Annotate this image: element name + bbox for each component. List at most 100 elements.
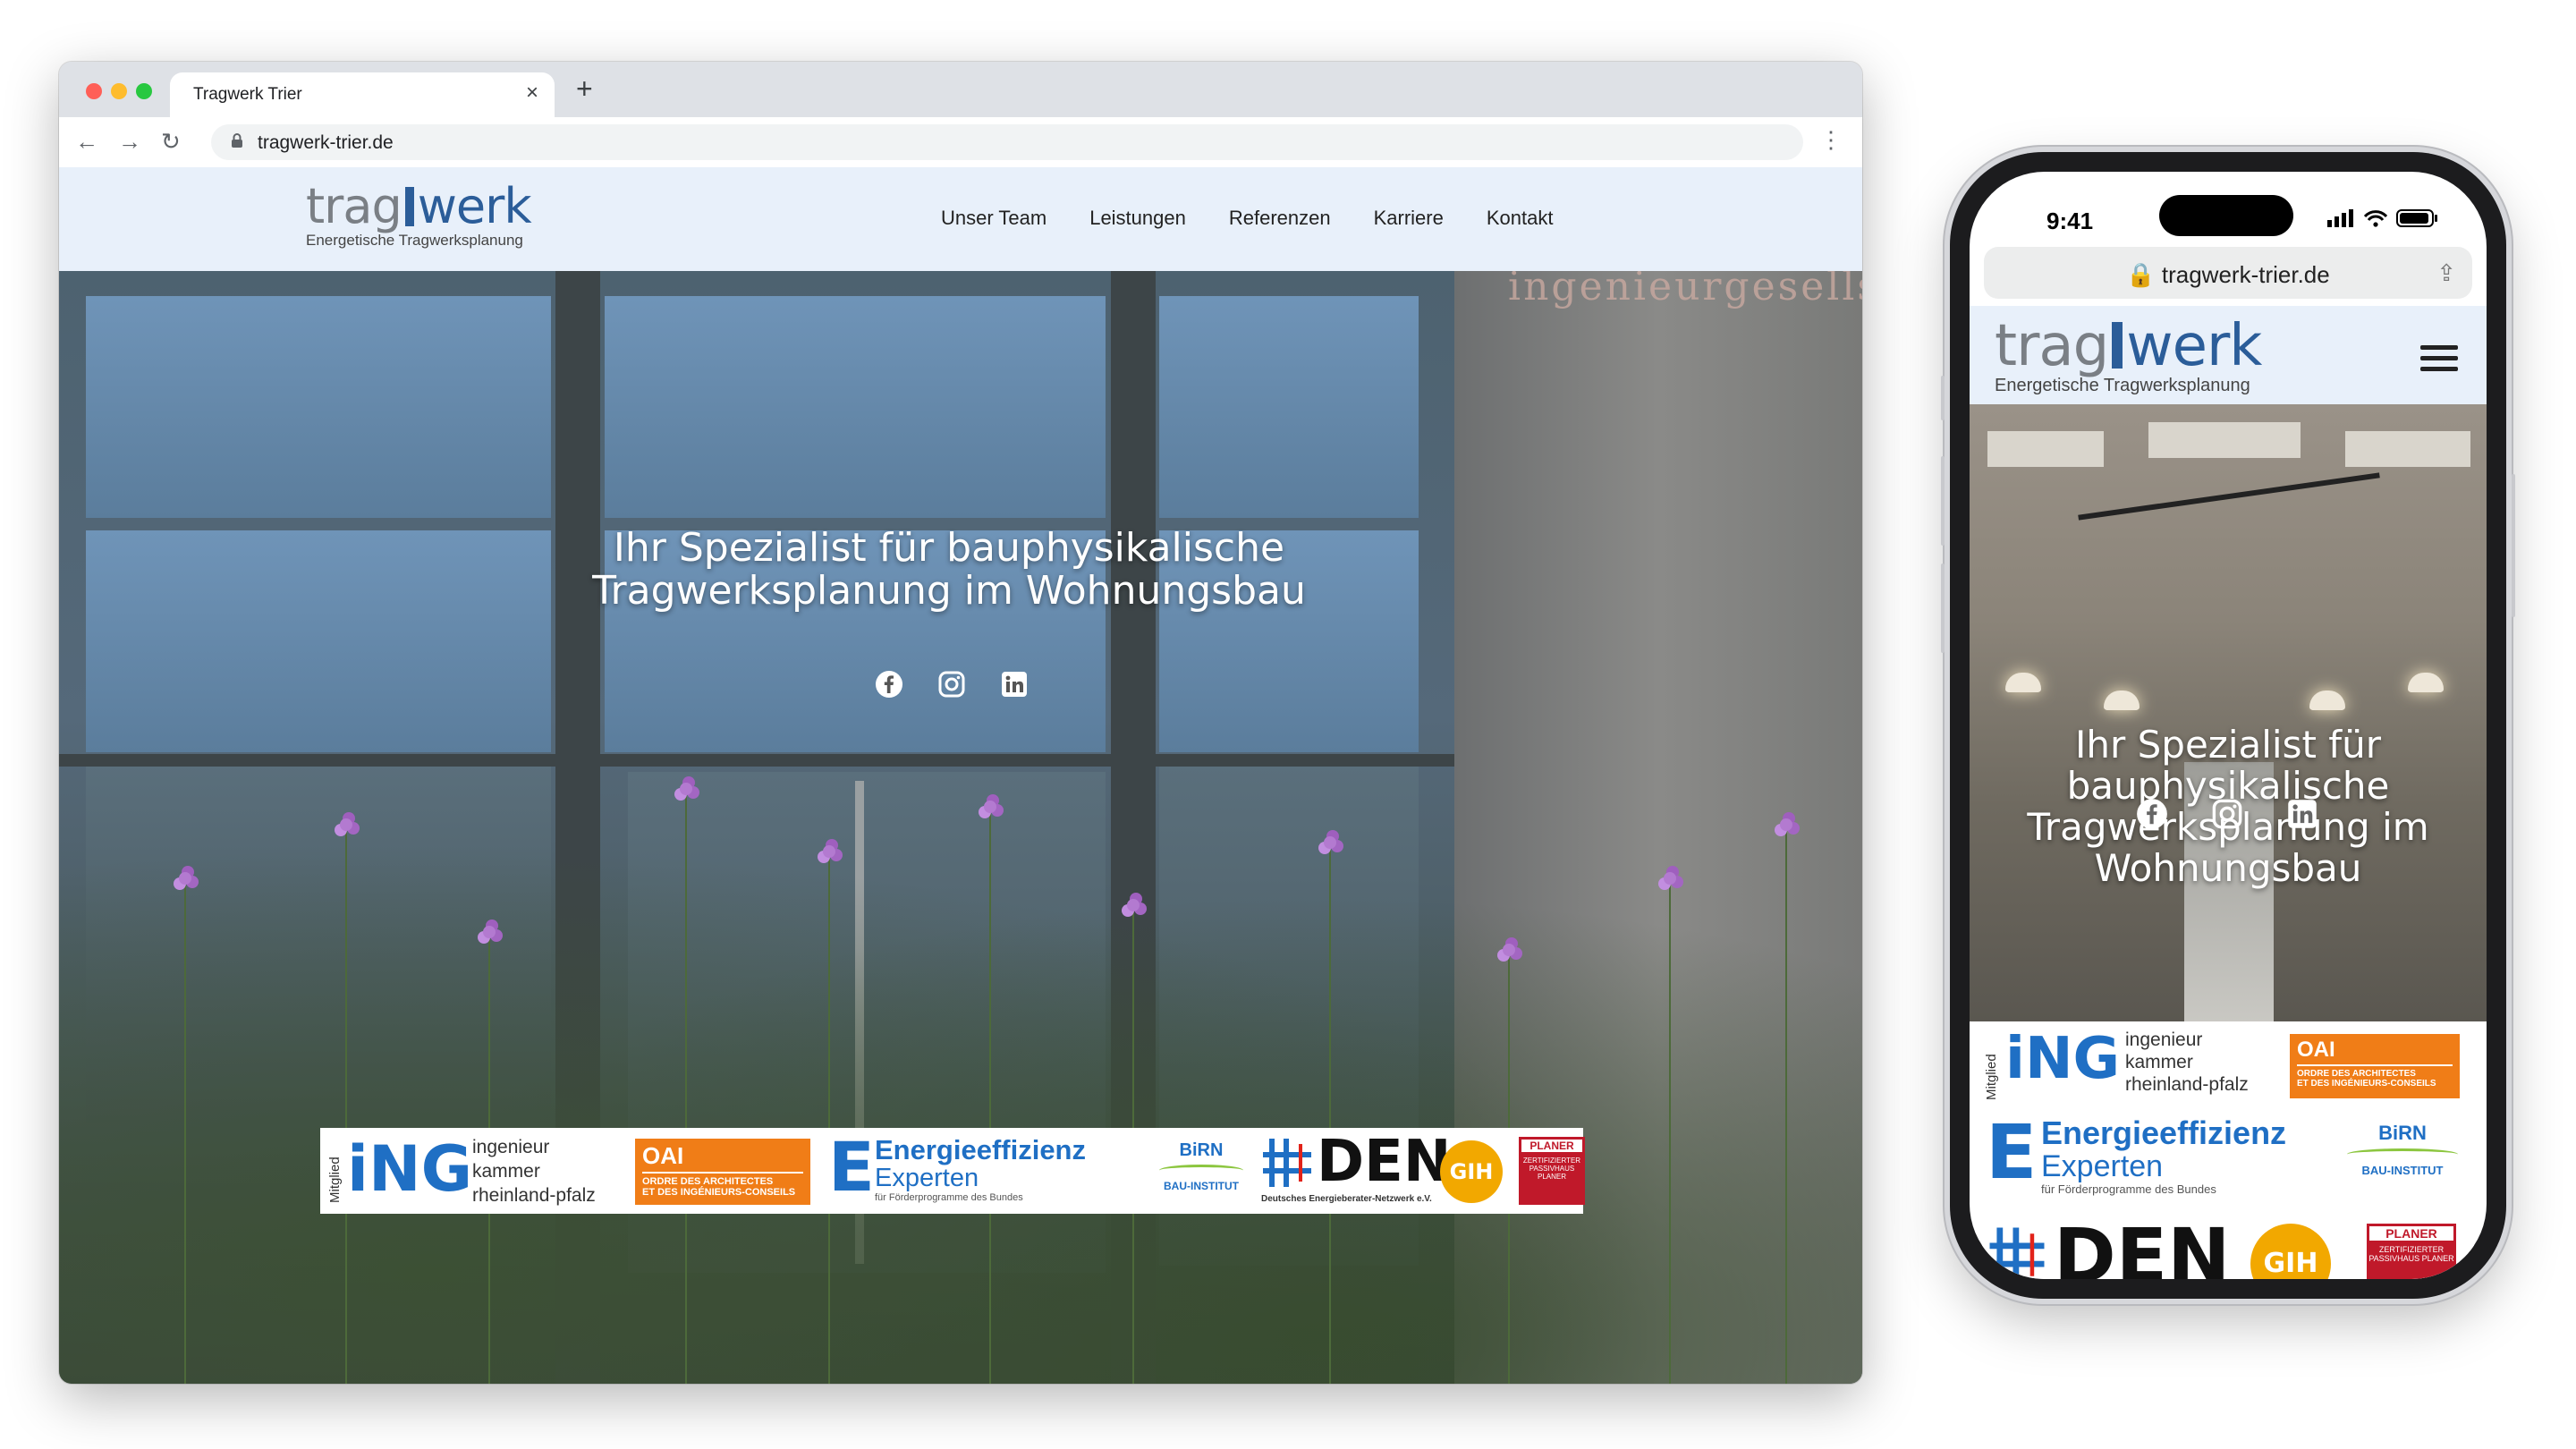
phone-linkedin-icon[interactable] (2286, 798, 2318, 830)
pendant-lamp (2309, 691, 2345, 710)
signal-wifi-battery-icon (2327, 209, 2437, 227)
window-pane (86, 296, 551, 518)
phone-logo-word-trag: trag (1995, 313, 2109, 379)
linkedin-icon[interactable] (1000, 670, 1029, 699)
hero-headline-line2: Tragwerksplanung im Wohnungsbau (592, 568, 1306, 614)
verbena-bloom (1324, 836, 1336, 849)
phone-oai-logo: OAI ORDRE DES ARCHITECTES ET DES INGÉNIE… (2290, 1034, 2460, 1098)
logo-word-werk: werk (417, 178, 532, 234)
phone-site-logo[interactable]: trag werk Energetische Tragwerksplanung (1995, 313, 2262, 396)
flower-stem (1669, 879, 1671, 1384)
desktop-browser-window: Tragwerk Trier × + ← → ↻ tragwerk-trier.… (59, 62, 1862, 1384)
reload-icon[interactable]: ↻ (161, 128, 181, 155)
url-text[interactable]: tragwerk-trier.de (258, 132, 394, 154)
phone-ee-logo-letter: E (1986, 1108, 2038, 1196)
phone-gih-logo: GIH (2250, 1224, 2331, 1279)
flower-stem (685, 790, 687, 1384)
share-icon[interactable]: ⇪ (2436, 259, 2456, 287)
verbena-bloom (1664, 872, 1676, 885)
den-logo-subtitle: Deutsches Energieberater-Netzwerk e.V. (1261, 1194, 1432, 1204)
phone-url-text[interactable]: 🔒 tragwerk-trier.de (1984, 261, 2472, 289)
nav-unser-team[interactable]: Unser Team (941, 207, 1046, 229)
flower-stem (828, 852, 830, 1384)
birn-logo: BiRN BAU-INSTITUT (1152, 1140, 1250, 1192)
gih-logo: GIH (1440, 1140, 1503, 1203)
phone-side-button (1941, 376, 1945, 420)
ing-logo-text: ingenieur kammer rheinland-pfalz (472, 1137, 596, 1206)
minimize-window-button[interactable] (111, 83, 127, 99)
den-logo-mark: DEN (1317, 1129, 1452, 1195)
back-icon[interactable]: ← (75, 128, 98, 155)
phone-logo-bar (2112, 322, 2123, 369)
ceiling-panel (1987, 431, 2104, 467)
ee-logo-text: Energieeffizienz Experten für Förderprog… (875, 1134, 1086, 1203)
nav-kontakt[interactable]: Kontakt (1487, 207, 1554, 229)
logo-bar (404, 187, 414, 226)
ceiling-panel (2345, 431, 2470, 467)
dynamic-island (2159, 195, 2293, 236)
browser-menu-icon[interactable]: ⋮ (1819, 126, 1843, 153)
phone-screen: 9:41 🔒 tragwerk-trier.de ⇪ trag werk Ener… (1970, 172, 2487, 1279)
nav-referenzen[interactable]: Referenzen (1229, 207, 1331, 229)
verbena-bloom (984, 801, 996, 813)
logo-word-trag: trag (306, 178, 402, 234)
phone-volume-up (1941, 456, 1945, 546)
flower-stem (345, 826, 347, 1384)
flower-stem (1785, 826, 1787, 1384)
instagram-icon[interactable] (937, 670, 966, 699)
hamburger-menu-icon[interactable] (2420, 345, 2458, 377)
main-navigation: Unser Team Leistungen Referenzen Karriere Ko… (941, 207, 1596, 230)
phone-den-grid-icon (1986, 1224, 2057, 1279)
phone-mockup: 9:41 🔒 tragwerk-trier.de ⇪ trag werk Ener… (1941, 152, 2515, 1299)
maximize-window-button[interactable] (136, 83, 152, 99)
flower-stem (989, 808, 991, 1384)
flower-foreground (59, 772, 1862, 1384)
phone-logo-tagline: Energetische Tragwerksplanung (1995, 376, 2250, 395)
nav-karriere[interactable]: Karriere (1374, 207, 1444, 229)
web-page: trag werk Energetische Tragwerksplanung U… (59, 167, 1862, 1384)
phone-instagram-icon[interactable] (2211, 798, 2243, 830)
nav-leistungen[interactable]: Leistungen (1089, 207, 1186, 229)
hero-headline: Ihr Spezialist für bauphysikalische Trag… (59, 527, 1839, 613)
site-header: trag werk Energetische Tragwerksplanung U… (59, 167, 1862, 271)
phone-hero-line4: Wohnungsbau (2094, 846, 2362, 890)
hero-headline-line1: Ihr Spezialist für bauphysikalische (613, 525, 1285, 571)
pendant-lamp (2104, 691, 2140, 710)
phone-power-button (2512, 474, 2515, 617)
phone-ing-mitglied-label: Mitglied (1984, 1054, 1999, 1100)
phone-site-header: trag werk Energetische Tragwerksplanung (1970, 306, 2487, 404)
ee-logo-letter: E (828, 1127, 875, 1207)
forward-icon[interactable]: → (118, 128, 141, 155)
window-pane (1159, 296, 1419, 518)
ing-logo-mark: iNG (347, 1132, 473, 1206)
phone-volume-down (1941, 564, 1945, 653)
verbena-bloom (179, 872, 191, 885)
site-logo[interactable]: trag werk Energetische Tragwerksplanung (306, 180, 538, 260)
verbena-bloom (1127, 899, 1140, 911)
phone-hero-line1: Ihr Spezialist für (2075, 723, 2381, 767)
facade-transom (59, 754, 1454, 767)
logo-tagline: Energetische Tragwerksplanung (306, 232, 523, 249)
ceiling-fan (2078, 472, 2380, 521)
verbena-bloom (1780, 818, 1792, 831)
phone-facebook-icon[interactable] (2136, 798, 2168, 830)
phone-partner-logos: Mitglied iNG ingenieur kammer rheinland-pf… (1982, 1021, 2474, 1279)
phone-passivhaus-planer-logo: PLANER ZERTIFIZIERTER PASSIVHAUS PLANER (2367, 1224, 2456, 1279)
pendant-lamp (2005, 673, 2041, 692)
new-tab-button[interactable]: + (576, 74, 593, 103)
phone-address-bar[interactable]: 🔒 tragwerk-trier.de ⇪ (1984, 247, 2472, 299)
phone-ing-logo-text: ingenieur kammer rheinland-pfalz (2125, 1030, 2249, 1095)
phone-ing-logo-mark: iNG (2005, 1026, 2121, 1092)
active-tab[interactable]: Tragwerk Trier × (170, 72, 555, 117)
verbena-bloom (823, 845, 835, 858)
browser-toolbar: ← → ↻ tragwerk-trier.de ⋮ (59, 117, 1862, 168)
verbena-bloom (1503, 944, 1515, 956)
close-window-button[interactable] (86, 83, 102, 99)
close-tab-icon[interactable]: × (526, 82, 538, 104)
status-icons (2327, 206, 2444, 234)
phone-den-logo-mark: DEN (2054, 1212, 2231, 1279)
oai-logo: OAI ORDRE DES ARCHITECTES ET DES INGÉNIE… (635, 1139, 810, 1205)
facebook-icon[interactable] (875, 670, 903, 699)
tab-bar: Tragwerk Trier × + (59, 62, 1862, 117)
address-bar[interactable]: tragwerk-trier.de (211, 124, 1803, 160)
